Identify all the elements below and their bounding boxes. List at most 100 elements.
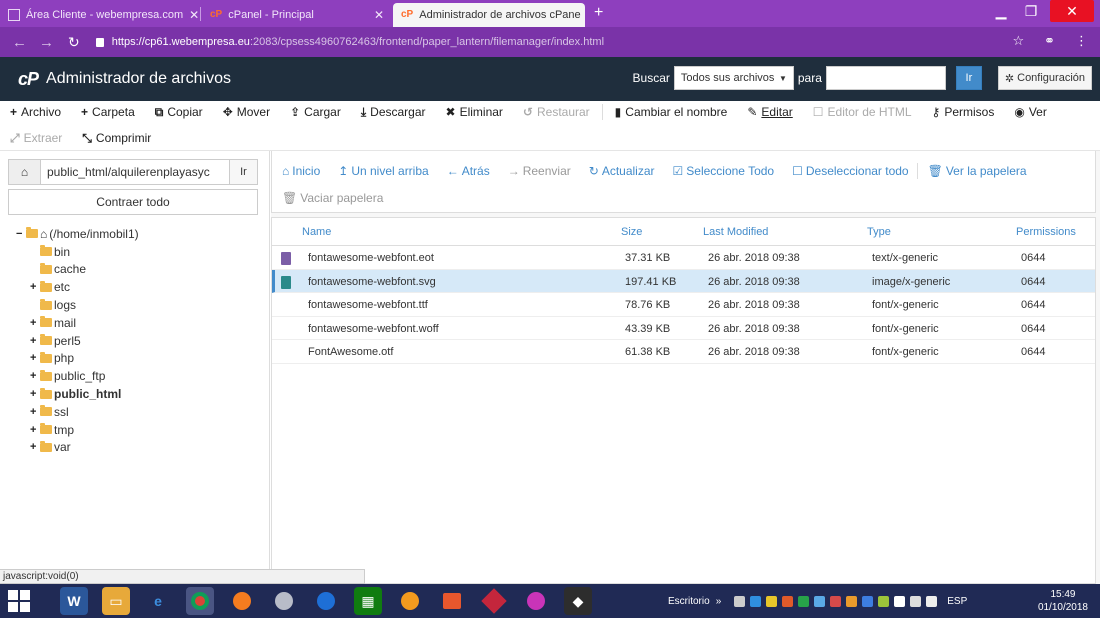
expand-icon[interactable]: + — [30, 406, 40, 418]
tree-item-tmp[interactable]: + tmp — [16, 421, 139, 439]
tree-item-public-html[interactable]: + public_html — [16, 385, 139, 403]
tree-item-perl5[interactable]: + perl5 — [16, 332, 139, 350]
flag-icon[interactable] — [910, 595, 922, 607]
forward-arrow-icon[interactable]: → — [39, 34, 54, 51]
toolbar-permissions-button[interactable]: ⚷ Permisos — [932, 105, 995, 119]
cloud-icon[interactable] — [894, 595, 906, 607]
tray-icon[interactable] — [862, 595, 874, 607]
back-arrow-icon[interactable]: ← — [12, 34, 27, 51]
tree-item-public-ftp[interactable]: + public_ftp — [16, 367, 139, 385]
column-last-modified[interactable]: Last Modified — [703, 226, 768, 238]
toolbar-edit-button[interactable]: ✎ Editar — [747, 105, 792, 119]
toolbar-html-editor-button[interactable]: ☐ Editor de HTML — [813, 105, 912, 119]
restore-icon[interactable]: ❐ — [1016, 0, 1046, 22]
tray-icon[interactable] — [734, 595, 746, 607]
table-row[interactable]: fontawesome-webfont.svg 197.41 KB 26 abr. … — [272, 269, 1095, 293]
expand-icon[interactable]: + — [30, 352, 40, 364]
table-row[interactable]: fontawesome-webfont.woff 43.39 KB 26 abr. … — [272, 317, 1095, 340]
action-home[interactable]: ⌂ Inicio — [282, 164, 320, 178]
toolbar-extract-button[interactable]: ⤢ Extraer — [10, 131, 62, 146]
search-input[interactable] — [825, 66, 946, 90]
tree-item-ssl[interactable]: + ssl — [16, 403, 139, 421]
tray-icon[interactable] — [798, 595, 810, 607]
app-icon[interactable] — [396, 587, 424, 615]
collapse-icon[interactable]: − — [16, 228, 26, 240]
path-input[interactable]: public_html/alquilerenplayasyc — [41, 160, 229, 184]
table-row[interactable]: fontawesome-webfont.ttf 78.76 KB 26 abr. 2… — [272, 293, 1095, 317]
desktop-label[interactable]: Escritorio — [668, 596, 710, 607]
tree-item-mail[interactable]: + mail — [16, 314, 139, 332]
action-select-all[interactable]: ☑ Seleccione Todo — [673, 164, 775, 178]
expand-icon[interactable]: + — [30, 441, 40, 453]
tray-icon[interactable] — [782, 595, 794, 607]
chevron-icon[interactable]: » — [716, 596, 722, 607]
browser-menu-icon[interactable]: ⋮ — [1075, 33, 1088, 49]
toolbar-view-button[interactable]: ◉ Ver — [1014, 105, 1047, 119]
close-icon[interactable]: ✕ — [581, 8, 585, 22]
close-icon[interactable]: ✕ — [183, 8, 199, 22]
path-go-button[interactable]: Ir — [229, 160, 257, 184]
toolbar-restore-button[interactable]: ↺ Restaurar — [523, 105, 590, 119]
column-name[interactable]: Name — [302, 226, 331, 238]
app-icon[interactable] — [438, 587, 466, 615]
extension-icon[interactable]: ⚭ — [1044, 33, 1055, 49]
internet-explorer-icon[interactable]: e — [144, 587, 172, 615]
action-up-one-level[interactable]: ↥ Un nivel arriba — [338, 164, 428, 178]
tree-item-etc[interactable]: + etc — [16, 278, 139, 296]
tree-item-var[interactable]: + var — [16, 439, 139, 457]
tree-item-php[interactable]: + php — [16, 350, 139, 368]
expand-icon[interactable]: + — [30, 424, 40, 436]
tray-icon[interactable] — [878, 595, 890, 607]
expand-icon[interactable]: + — [30, 317, 40, 329]
browser-tab-file-manager[interactable]: cP Administrador de archivos cPane ✕ — [393, 3, 585, 27]
column-size[interactable]: Size — [621, 226, 642, 238]
toolbar-copy-button[interactable]: ⧉ Copiar — [155, 105, 203, 120]
action-view-trash[interactable]: 🗑 Ver la papelera — [928, 164, 1027, 178]
column-permissions[interactable]: Permissions — [1016, 226, 1076, 238]
home-icon[interactable]: ⌂ — [9, 160, 41, 184]
app-icon[interactable]: ◆ — [564, 587, 592, 615]
word-icon[interactable]: W — [60, 587, 88, 615]
table-row[interactable]: FontAwesome.otf 61.38 KB 26 abr. 2018 09:3… — [272, 340, 1095, 364]
app-icon[interactable] — [312, 587, 340, 615]
toolbar-delete-button[interactable]: ✖ Eliminar — [446, 105, 503, 119]
search-go-button[interactable]: Ir — [955, 66, 982, 90]
store-icon[interactable]: ▦ — [354, 587, 382, 615]
reload-icon[interactable]: ↻ — [68, 34, 80, 51]
minimize-icon[interactable]: ▁ — [986, 0, 1016, 22]
tray-icon[interactable] — [750, 595, 762, 607]
action-empty-trash[interactable]: 🗑 Vaciar papelera — [282, 191, 383, 205]
toolbar-upload-button[interactable]: ⇪ Cargar — [290, 105, 341, 119]
action-unselect-all[interactable]: ☐ Deseleccionar todo — [792, 164, 909, 178]
new-tab-icon[interactable]: + — [594, 4, 603, 22]
browser-tab-cpanel-principal[interactable]: cP cPanel - Principal ✕ — [202, 3, 392, 27]
action-back[interactable]: ← Atrás — [447, 164, 490, 178]
tray-icon[interactable] — [814, 595, 826, 607]
volume-icon[interactable] — [926, 595, 938, 607]
app-icon[interactable] — [270, 587, 298, 615]
search-scope-select[interactable]: Todos sus archivos ▼ — [673, 66, 794, 90]
action-forward[interactable]: → Reenviar — [508, 164, 571, 178]
tree-item-logs[interactable]: logs — [16, 296, 139, 314]
window-close-icon[interactable]: ✕ — [1050, 0, 1094, 22]
url-field[interactable]: https://cp61.webempresa.eu:2083/cpsess49… — [95, 36, 604, 48]
file-explorer-icon[interactable]: ▭ — [102, 587, 130, 615]
tree-root[interactable]: − ⌂ (/home/inmobil1) — [16, 225, 139, 243]
expand-icon[interactable]: + — [30, 370, 40, 382]
bookmark-star-icon[interactable]: ☆ — [1012, 33, 1024, 49]
windows-start-icon[interactable] — [8, 590, 30, 612]
toolbar-compress-button[interactable]: ⤡ Comprimir — [82, 131, 151, 146]
settings-button[interactable]: ✲ Configuración — [997, 66, 1092, 90]
toolbar-folder-button[interactable]: + Carpeta — [81, 105, 135, 119]
tray-icon[interactable] — [846, 595, 858, 607]
chrome-icon[interactable] — [186, 587, 214, 615]
expand-icon[interactable]: + — [30, 281, 40, 293]
close-icon[interactable]: ✕ — [368, 8, 384, 22]
tray-icon[interactable] — [766, 595, 778, 607]
firefox-icon[interactable] — [228, 587, 256, 615]
expand-icon[interactable]: + — [30, 388, 40, 400]
column-type[interactable]: Type — [867, 226, 891, 238]
toolbar-move-button[interactable]: ✥ Mover — [223, 105, 270, 119]
system-clock[interactable]: 15:49 01/10/2018 — [1038, 588, 1088, 614]
language-indicator[interactable]: ESP — [947, 596, 967, 607]
